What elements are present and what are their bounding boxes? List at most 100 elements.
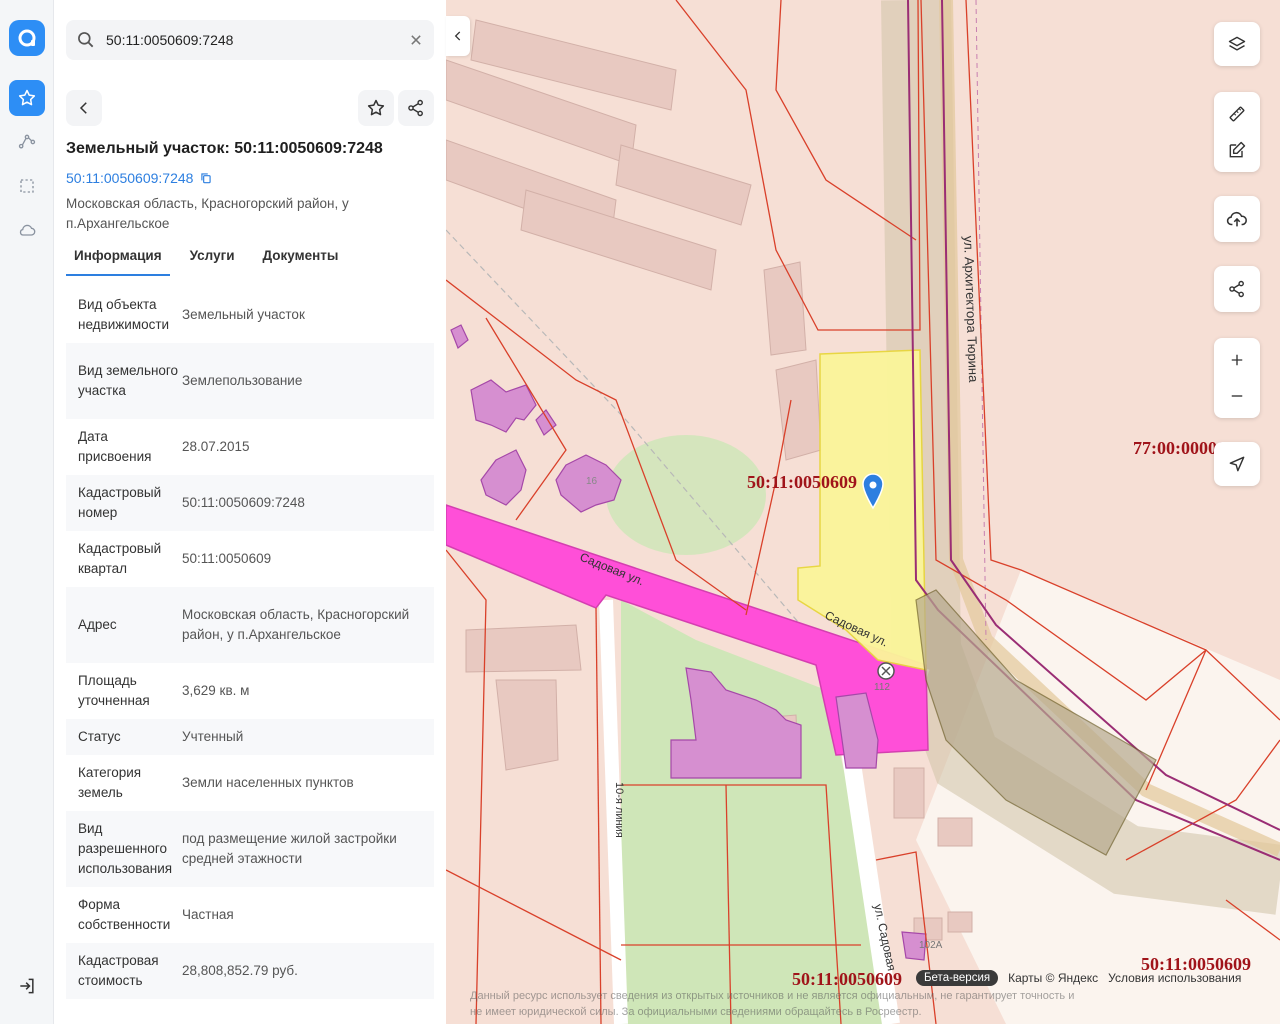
minus-icon [1231,395,1243,397]
info-row: Адрес Московская область, Красногорский р… [66,587,434,663]
info-key: Кадастровая стоимость [78,953,159,988]
info-value: Московская область, Красногорский район,… [182,607,410,642]
share-button[interactable] [398,90,434,126]
icon-rail [0,0,54,1024]
logo-icon [18,29,36,47]
select-area-button[interactable] [9,168,45,204]
search-input[interactable] [106,20,396,60]
collapse-panel-button[interactable] [446,16,470,56]
info-row: Кадастровый номер 50:11:0050609:7248 [66,475,434,531]
object-address: Московская область, Красногорский район,… [66,194,396,234]
ruler-icon [1229,106,1245,122]
app-logo[interactable] [9,20,45,56]
upload-button[interactable] [1214,196,1260,242]
quarter-label-center: 50:11:0050609 [747,472,857,492]
cloud-upload-icon [1226,211,1247,227]
map-canvas[interactable]: ул. Архитектора Тюрина Садовая ул. Садов… [446,0,1280,1024]
info-row: Вид разрешенного использования под размещ… [66,811,434,887]
info-key: Вид объекта недвижимости [78,297,170,332]
ruler-button[interactable] [1214,96,1260,132]
house-number-102a: 102А [919,940,943,951]
info-table: Вид объекта недвижимости Земельный участо… [66,287,434,999]
tab-info[interactable]: Информация [66,244,170,276]
map-view[interactable]: ул. Архитектора Тюрина Садовая ул. Садов… [446,0,1280,1024]
map-footer: Бета-версия Карты © Яндекс Условия испол… [916,970,1241,986]
info-value: под размещение жилой застройки средней э… [182,831,397,866]
zoom-controls [1214,338,1260,418]
info-key: Дата присвоения [78,429,152,464]
info-key: Категория земель [78,765,142,800]
info-row: Дата присвоения 28.07.2015 [66,419,434,475]
chevron-left-icon [79,102,87,114]
favorites-button[interactable] [9,80,45,116]
dashed-square-icon [20,179,34,193]
cadastral-number-text[interactable]: 50:11:0050609:7248 [66,170,193,186]
share-icon [1229,280,1244,298]
tabs: Информация Услуги Документы [66,244,358,276]
navigation-arrow-icon [1229,456,1245,472]
search-icon [78,32,94,48]
info-row: Категория земель Земли населенных пунктов [66,755,434,811]
info-value: 28.07.2015 [182,439,250,454]
zoom-out-button[interactable] [1214,378,1260,414]
info-key: Форма собственности [78,897,171,932]
terms-link[interactable]: Условия использования [1108,971,1241,985]
measure-toolbar [1214,92,1260,172]
info-row: Вид объекта недвижимости Земельный участо… [66,287,434,343]
beta-badge: Бета-версия [916,970,999,986]
cadastral-number-link[interactable]: 50:11:0050609:7248 [66,170,213,186]
locate-button[interactable] [1214,442,1260,486]
search-bar [66,20,434,60]
info-row: Кадастровый квартал 50:11:0050609 [66,531,434,587]
add-favorite-button[interactable] [358,90,394,126]
info-row: Площадь уточненная 3,629 кв. м [66,663,434,719]
edit-button[interactable] [1214,132,1260,168]
zoom-in-button[interactable] [1214,342,1260,378]
address-line-1: Московская область, Красногорский район,… [66,196,349,211]
map-share-button[interactable] [1214,266,1260,312]
edit-icon [1229,141,1246,158]
layers-button[interactable] [1214,22,1260,66]
quarter-label-bottom: 50:11:0050609 [792,969,902,989]
info-key: Кадастровый квартал [78,541,162,576]
tab-services[interactable]: Услуги [182,244,243,276]
info-value: Землепользование [182,373,303,388]
bus-stop-icon [877,662,895,680]
info-row: Форма собственности Частная [66,887,434,943]
street-label-10-liniya: 10-я линия [613,782,625,838]
house-number-112: 112 [874,682,890,693]
star-icon [18,89,36,106]
house-number-16: 16 [586,476,598,487]
back-button[interactable] [66,90,102,126]
copy-icon[interactable] [199,171,213,185]
disclaimer-text: Данный ресурс использует сведения из отк… [470,990,1075,1018]
info-key: Площадь уточненная [78,673,150,708]
info-row: Кадастровая стоимость 28,808,852.79 руб. [66,943,434,999]
info-value: Земельный участок [182,307,305,322]
logout-button[interactable] [9,968,45,1004]
route-tool-button[interactable] [9,124,45,160]
green-spot [606,435,766,555]
clear-icon[interactable] [406,30,426,50]
info-key: Адрес [78,617,117,632]
route-icon [18,134,36,149]
address-line-2: п.Архангельское [66,216,170,231]
chevron-left-icon [454,31,461,41]
info-key: Вид разрешенного использования [78,821,173,876]
object-panel: Земельный участок: 50:11:0050609:7248 50… [54,0,446,1024]
yandex-copyright[interactable]: Карты © Яндекс [1008,971,1098,985]
info-value: 28,808,852.79 руб. [182,963,298,978]
info-value: Частная [182,907,234,922]
info-value: 50:11:0050609:7248 [182,495,305,510]
info-value: 50:11:0050609 [182,551,272,566]
plus-icon [1231,354,1243,366]
info-key: Вид земельного участка [78,363,179,398]
info-key: Статус [78,729,121,744]
info-value: Учтенный [182,729,244,744]
cloud-button[interactable] [9,212,45,248]
tab-documents[interactable]: Документы [255,244,347,276]
layers-icon [1228,36,1246,51]
info-value: 3,629 кв. м [182,683,250,698]
login-icon [20,978,34,994]
info-key: Кадастровый номер [78,485,162,520]
